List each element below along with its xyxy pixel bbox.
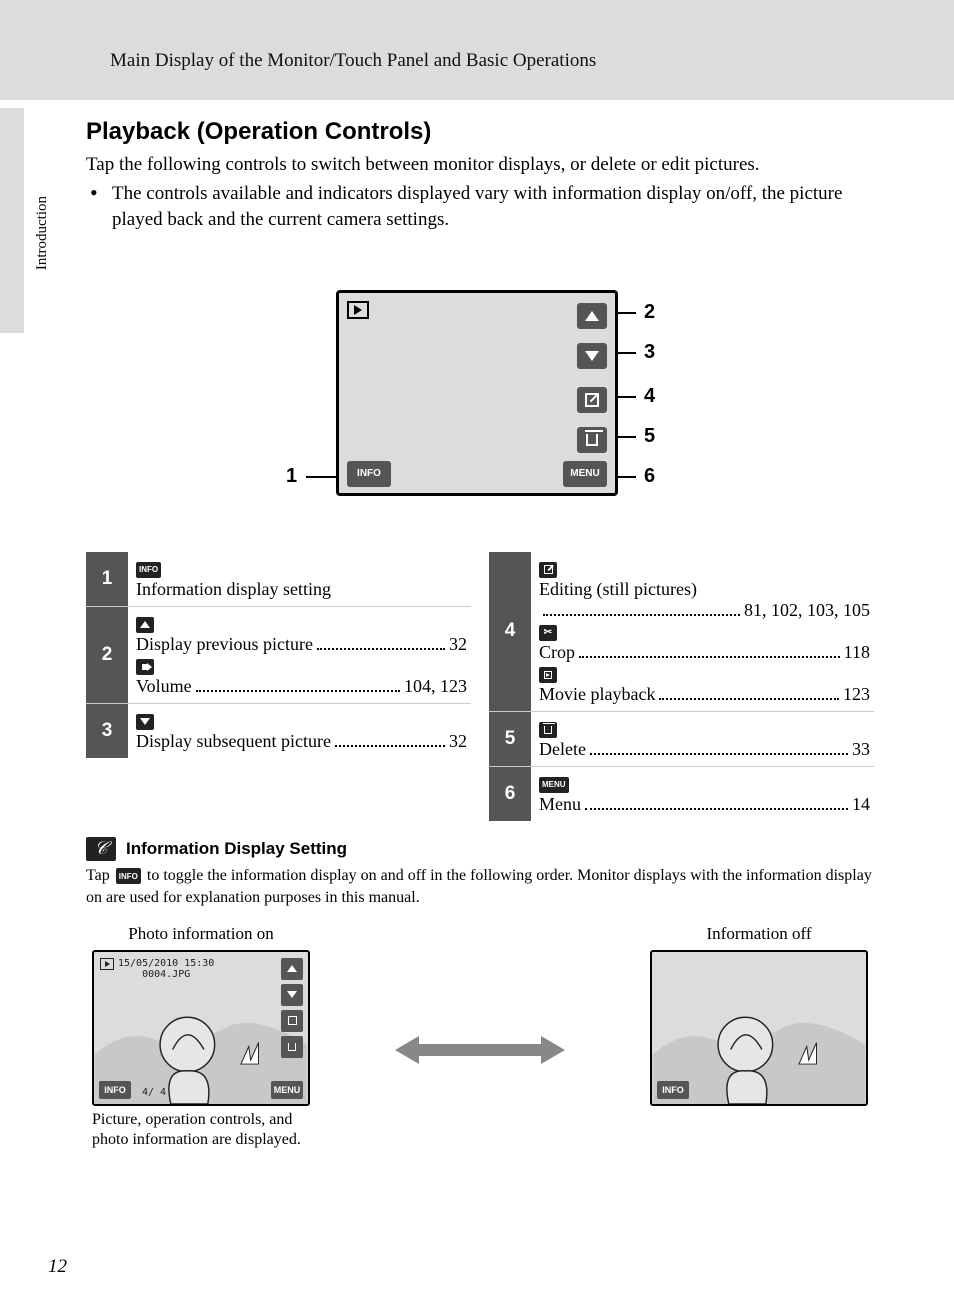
row-number: 6 xyxy=(489,767,531,821)
table-row: 4Editing (still pictures)81, 102, 103, 1… xyxy=(489,552,874,711)
header-bar: Main Display of the Monitor/Touch Panel … xyxy=(0,0,954,100)
sound-icon xyxy=(136,659,154,675)
row-label: Delete xyxy=(539,739,586,760)
page-ref: 104, 123 xyxy=(404,676,467,697)
table-row: 2 Display previous picture 32 Volume 104, … xyxy=(86,606,471,703)
example-right-label: Information off xyxy=(650,924,868,944)
down-icon xyxy=(136,714,154,730)
edit-button[interactable] xyxy=(577,387,607,413)
row-label: Menu xyxy=(539,794,581,815)
row-label: Crop xyxy=(539,642,575,663)
row-body: Delete 33 xyxy=(531,712,874,766)
ex-down-button[interactable] xyxy=(281,984,303,1006)
ex-up-button[interactable] xyxy=(281,958,303,980)
ex-menu-button[interactable]: MENU xyxy=(271,1081,303,1099)
table-row: 5 Delete 33 xyxy=(489,711,874,766)
table-row: 3 Display subsequent picture 32 xyxy=(86,703,471,758)
play-icon xyxy=(539,667,557,683)
callout-2: 2 xyxy=(644,301,655,324)
menu-icon: MENU xyxy=(539,777,569,793)
row-label: Display subsequent picture xyxy=(136,731,331,752)
page-title: Playback (Operation Controls) xyxy=(86,118,874,146)
ex-info-button[interactable]: INFO xyxy=(99,1081,131,1099)
playback-icon xyxy=(100,958,114,970)
row-label: Information display setting xyxy=(136,579,467,600)
up-icon xyxy=(136,617,154,633)
page-number: 12 xyxy=(48,1256,67,1278)
info-icon: INFO xyxy=(136,562,161,578)
example-screen-on: 15/05/2010 15:30 0004.JPG INFO MENU 4/ 4 xyxy=(92,950,310,1106)
row-body: Display previous picture 32 Volume 104, 12… xyxy=(128,607,471,703)
page-ref: 33 xyxy=(852,739,870,760)
row-body: INFOInformation display setting xyxy=(128,552,471,606)
ex-delete-button[interactable] xyxy=(281,1036,303,1058)
page-ref: 81, 102, 103, 105 xyxy=(744,600,870,621)
row-number: 5 xyxy=(489,712,531,766)
up-button[interactable] xyxy=(577,303,607,329)
note-text: Tap INFO to toggle the information displ… xyxy=(86,865,874,910)
callout-4: 4 xyxy=(644,385,655,408)
note-title: Information Display Setting xyxy=(126,839,347,859)
double-arrow-icon xyxy=(395,1034,565,1071)
photo-counter: 4/ 4 xyxy=(142,1087,166,1098)
info-button[interactable]: INFO xyxy=(347,461,391,487)
page-ref: 14 xyxy=(852,794,870,815)
photo-meta: 15/05/2010 15:30 0004.JPG xyxy=(118,958,214,980)
example-left-label: Photo information on xyxy=(92,924,310,944)
edit-icon xyxy=(539,562,557,578)
ex-info-button[interactable]: INFO xyxy=(657,1081,689,1099)
example-left-caption: Picture, operation controls, and photo i… xyxy=(92,1110,310,1152)
intro-text: Tap the following controls to switch bet… xyxy=(86,152,874,179)
row-number: 3 xyxy=(86,704,128,758)
page-ref: 32 xyxy=(449,731,467,752)
crop-icon xyxy=(539,625,557,641)
bullet-note: The controls available and indicators di… xyxy=(104,181,874,234)
row-label: Editing (still pictures) xyxy=(539,579,870,600)
table-row: 6 MENU Menu 14 xyxy=(489,766,874,821)
row-body: MENU Menu 14 xyxy=(531,767,874,821)
page-ref: 118 xyxy=(844,642,870,663)
breadcrumb: Main Display of the Monitor/Touch Panel … xyxy=(0,50,954,72)
row-body: Display subsequent picture 32 xyxy=(128,704,471,758)
controls-legend: 1INFOInformation display setting2 Displa… xyxy=(86,552,874,821)
row-label: Movie playback xyxy=(539,684,655,705)
delete-button[interactable] xyxy=(577,427,607,453)
screen-outline: MENU INFO xyxy=(336,290,618,496)
row-number: 2 xyxy=(86,607,128,703)
side-tab xyxy=(0,108,24,333)
page-ref: 123 xyxy=(843,684,870,705)
playback-mode-icon xyxy=(347,301,369,319)
example-screen-off: INFO xyxy=(650,950,868,1106)
trash-icon xyxy=(539,722,557,738)
callout-5: 5 xyxy=(644,425,655,448)
callout-6: 6 xyxy=(644,465,655,488)
page-ref: 32 xyxy=(449,634,467,655)
info-icon: INFO xyxy=(116,868,141,884)
ex-edit-button[interactable] xyxy=(281,1010,303,1032)
row-label: Volume xyxy=(136,676,192,697)
playback-diagram: MENU INFO 2 3 4 5 6 1 xyxy=(300,272,660,512)
note-icon: 𝒞 xyxy=(86,837,116,861)
menu-button[interactable]: MENU xyxy=(563,461,607,487)
callout-1: 1 xyxy=(286,465,297,488)
callout-3: 3 xyxy=(644,341,655,364)
row-label: Display previous picture xyxy=(136,634,313,655)
row-body: Editing (still pictures)81, 102, 103, 10… xyxy=(531,552,874,711)
side-tab-label: Introduction xyxy=(34,196,51,270)
row-number: 1 xyxy=(86,552,128,606)
down-button[interactable] xyxy=(577,343,607,369)
table-row: 1INFOInformation display setting xyxy=(86,552,471,606)
row-number: 4 xyxy=(489,552,531,711)
